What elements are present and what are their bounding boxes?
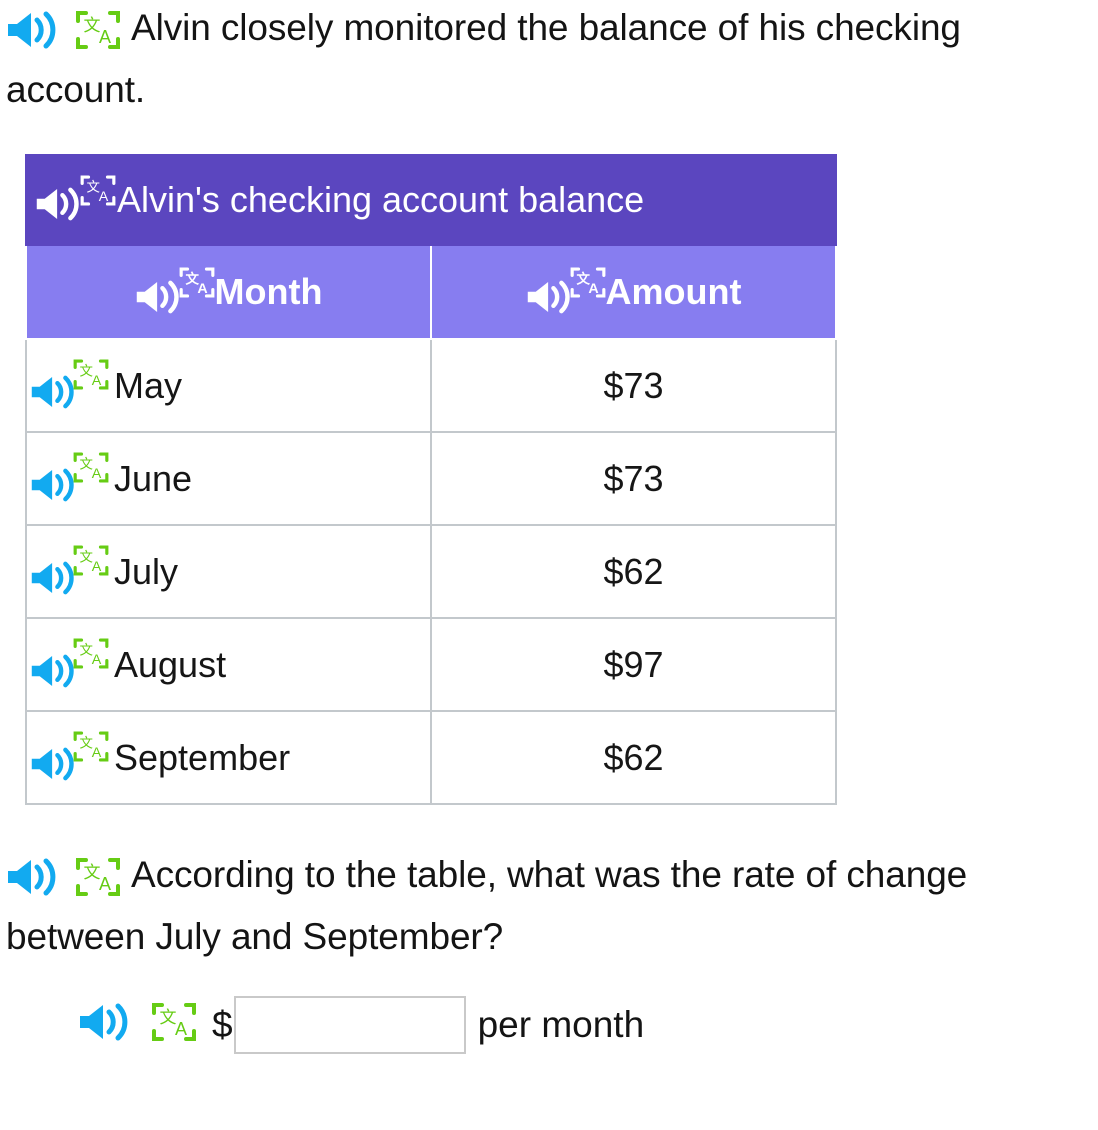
currency-symbol: $ <box>212 1004 233 1046</box>
column-header-month-label: Month <box>214 271 323 313</box>
svg-text:A: A <box>92 373 102 389</box>
answer-row: 文 A $ per month <box>0 995 1098 1054</box>
amount-header-icon-group: 文 A <box>526 264 605 320</box>
unit-label: per month <box>477 1004 645 1046</box>
balance-table: 文 A Alvin's checking account balance 文 A… <box>25 154 837 806</box>
speaker-icon[interactable] <box>135 279 181 320</box>
speaker-icon[interactable] <box>30 653 76 694</box>
prompt-paragraph: 文 A Alvin closely monitored the balance … <box>0 0 1098 114</box>
svg-text:A: A <box>175 1019 187 1039</box>
cell-month: 文 A July <box>25 524 432 620</box>
cell-month-label: June <box>114 457 193 499</box>
cell-amount: $62 <box>430 524 837 620</box>
column-header-amount: 文 A Amount <box>430 244 837 341</box>
table-header-row: 文 A Month 文 A Amount <box>25 244 837 341</box>
svg-text:文: 文 <box>160 1008 177 1028</box>
translate-icon[interactable]: 文 A <box>72 449 110 491</box>
speaker-icon[interactable] <box>30 746 76 787</box>
row-icon-group: 文 A <box>30 637 109 694</box>
svg-text:文: 文 <box>84 863 101 883</box>
row-icon-group: 文 A <box>30 544 109 601</box>
cell-month: 文 A May <box>25 338 432 434</box>
row-icon-group: 文 A <box>30 358 109 415</box>
row-icon-group: 文 A <box>30 451 109 508</box>
cell-amount: $73 <box>430 338 837 434</box>
svg-text:文: 文 <box>80 363 93 379</box>
translate-icon[interactable]: 文 A <box>178 264 216 306</box>
cell-amount: $97 <box>430 617 837 713</box>
speaker-icon[interactable] <box>30 560 76 601</box>
cell-month-label: August <box>114 643 227 685</box>
prompt-icon-group: 文 A <box>6 7 122 66</box>
table-title-text: Alvin's checking account balance <box>117 179 645 221</box>
table-title-cell: 文 A Alvin's checking account balance <box>25 154 837 247</box>
svg-text:A: A <box>92 466 102 482</box>
translate-icon[interactable]: 文 A <box>74 7 122 66</box>
cell-amount: $73 <box>430 431 837 527</box>
answer-input[interactable] <box>233 995 466 1054</box>
svg-text:文: 文 <box>87 180 100 196</box>
column-header-month: 文 A Month <box>25 244 432 341</box>
speaker-icon[interactable] <box>35 186 81 227</box>
question-icon-group: 文 A <box>6 854 122 913</box>
question-paragraph: 文 A According to the table, what was the… <box>0 851 1098 961</box>
translate-icon[interactable]: 文 A <box>72 542 110 584</box>
column-header-amount-label: Amount <box>605 271 742 313</box>
svg-text:A: A <box>92 652 102 668</box>
svg-text:文: 文 <box>80 549 93 565</box>
translate-icon[interactable]: 文 A <box>72 635 110 677</box>
svg-text:A: A <box>92 559 102 575</box>
translate-icon[interactable]: 文 A <box>569 264 607 306</box>
translate-icon[interactable]: 文 A <box>79 172 117 214</box>
translate-icon[interactable]: 文 A <box>72 728 110 770</box>
table-row: 文 A May $73 <box>25 338 837 434</box>
svg-text:A: A <box>92 745 102 761</box>
speaker-icon[interactable] <box>526 279 572 320</box>
translate-icon[interactable]: 文 A <box>72 356 110 398</box>
translate-icon[interactable]: 文 A <box>150 999 198 1050</box>
svg-text:A: A <box>99 874 111 894</box>
table-row: 文 A July $62 <box>25 524 837 620</box>
cell-month-label: September <box>114 736 291 778</box>
balance-table-container: 文 A Alvin's checking account balance 文 A… <box>25 154 837 806</box>
speaker-icon[interactable] <box>78 1002 130 1047</box>
svg-text:文: 文 <box>80 735 93 751</box>
speaker-icon[interactable] <box>6 10 58 63</box>
cell-month: 文 A September <box>25 710 432 806</box>
row-icon-group: 文 A <box>30 730 109 787</box>
cell-month: 文 A June <box>25 431 432 527</box>
speaker-icon[interactable] <box>30 374 76 415</box>
svg-text:文: 文 <box>84 16 101 36</box>
worksheet-page: 文 A Alvin closely monitored the balance … <box>0 0 1098 1130</box>
cell-month-label: July <box>114 550 179 592</box>
table-title-icon-group: 文 A <box>35 172 116 228</box>
translate-icon[interactable]: 文 A <box>74 854 122 913</box>
cell-amount: $62 <box>430 710 837 806</box>
table-row: 文 A August $97 <box>25 617 837 713</box>
cell-month: 文 A August <box>25 617 432 713</box>
month-header-icon-group: 文 A <box>135 264 214 320</box>
cell-month-label: May <box>114 364 183 406</box>
table-row: 文 A September $62 <box>25 710 837 806</box>
svg-text:文: 文 <box>80 456 93 472</box>
svg-text:A: A <box>197 281 207 297</box>
svg-text:A: A <box>588 281 598 297</box>
question-text: According to the table, what was the rat… <box>6 854 968 958</box>
table-row: 文 A June $73 <box>25 431 837 527</box>
speaker-icon[interactable] <box>6 857 58 910</box>
svg-text:文: 文 <box>80 642 93 658</box>
prompt-text: Alvin closely monitored the balance of h… <box>6 7 961 110</box>
table-title-row: 文 A Alvin's checking account balance <box>25 154 837 247</box>
speaker-icon[interactable] <box>30 467 76 508</box>
svg-text:A: A <box>99 27 111 47</box>
svg-text:A: A <box>99 189 109 205</box>
